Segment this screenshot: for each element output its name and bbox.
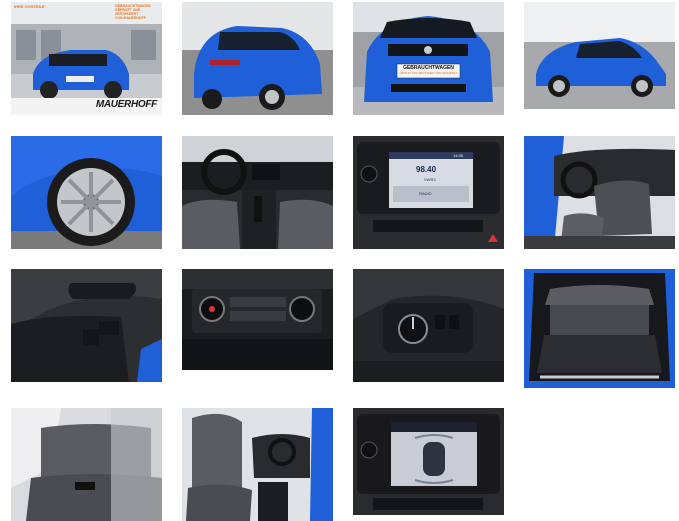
radio-source: RADIO <box>419 191 432 196</box>
trunk-image <box>524 269 675 388</box>
side-profile-image <box>524 2 675 109</box>
radio-clock: 14:35 <box>453 153 464 158</box>
dashboard-image <box>182 136 333 249</box>
wheel-closeup-image <box>11 136 162 249</box>
radio-frequency: 98.40 <box>416 165 437 174</box>
passenger-seat-image <box>182 408 333 521</box>
photo-thumb-light-switch[interactable] <box>353 269 504 382</box>
photo-thumb-front-view[interactable]: GEBRAUCHTWAGEN GEPRÜFT UND ZERTIFIZIERT … <box>353 2 504 115</box>
photo-thumb-climate-controls[interactable] <box>182 269 333 370</box>
front-view-image <box>353 2 504 115</box>
photo-thumb-dashboard[interactable] <box>182 136 333 249</box>
photo-thumb-wheel-closeup[interactable] <box>11 136 162 249</box>
photo-thumb-rear-seats[interactable] <box>11 408 162 521</box>
photo-thumb-window-controls[interactable] <box>11 269 162 382</box>
driver-seat-door-image <box>524 136 675 249</box>
photo-thumb-trunk[interactable] <box>524 269 675 388</box>
photo-thumb-ad-exterior[interactable]: IHRE VORTEILE GEBRAUCHTWAGEN GEPRÜFT UND… <box>11 2 162 115</box>
plate-line-2: GEPRÜFT UND ZERTIFIZIERT VON MAUERHOFF <box>399 72 458 75</box>
photo-thumb-infotainment-radio[interactable]: 14:35 98.40 SWR3 RADIO <box>353 136 504 249</box>
parking-sensor-display-image <box>353 408 504 515</box>
photo-thumb-driver-seat-door[interactable] <box>524 136 675 249</box>
radio-station: SWR3 <box>424 177 436 182</box>
brand-logo: MAUERHOFF <box>95 99 157 110</box>
plate-line-1: GEBRAUCHTWAGEN <box>403 65 454 71</box>
photo-thumb-passenger-seat[interactable] <box>182 408 333 521</box>
climate-controls-image <box>182 269 333 370</box>
light-switch-image <box>353 269 504 382</box>
window-controls-image <box>11 269 162 382</box>
photo-gallery: IHRE VORTEILE GEBRAUCHTWAGEN GEPRÜFT UND… <box>0 0 679 521</box>
rear-three-quarter-image <box>182 2 333 115</box>
photo-thumb-side-profile[interactable] <box>524 2 675 109</box>
rear-seats-image <box>11 408 162 521</box>
photo-thumb-parking-sensor-display[interactable] <box>353 408 504 515</box>
photo-thumb-rear-three-quarter[interactable] <box>182 2 333 115</box>
ad-headline-right: GEBRAUCHTWAGEN GEPRÜFT UND ZERTIFIZIERT … <box>115 4 151 20</box>
ad-headline-left: IHRE VORTEILE <box>14 4 45 9</box>
